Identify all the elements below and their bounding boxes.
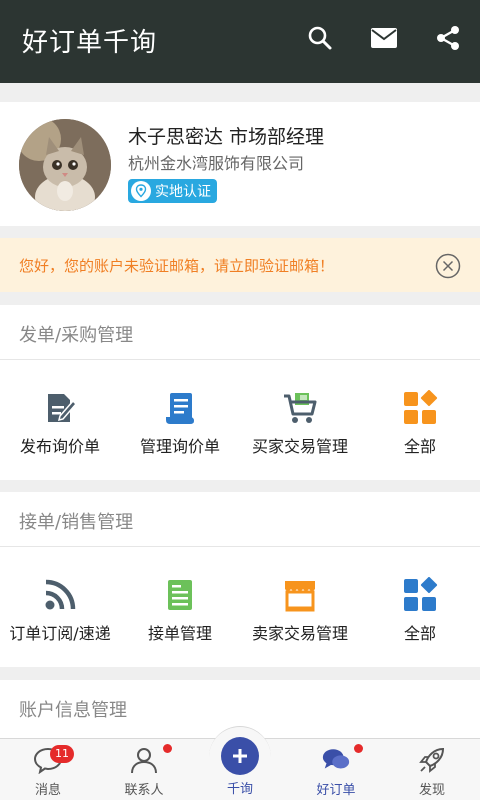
storefront-icon xyxy=(282,577,318,613)
section-purchase-grid: 发布询价单 管理询价单 买家交易管理 全部 xyxy=(0,360,480,480)
section-sales-grid: 订单订阅/速递 接单管理 卖家交易管理 全部 xyxy=(0,547,480,667)
search-icon[interactable] xyxy=(300,18,340,58)
grid-item-all[interactable]: 全部 xyxy=(360,547,480,667)
rss-icon xyxy=(42,577,78,613)
verified-badge: 实地认证 xyxy=(128,179,217,203)
person-icon xyxy=(129,745,159,775)
plus-icon[interactable] xyxy=(221,737,259,775)
message-count-badge: 11 xyxy=(50,745,74,763)
tab-label: 发现 xyxy=(418,783,445,798)
tab-discover[interactable]: 发现 xyxy=(384,739,480,800)
grid-item-label: 接单管理 xyxy=(147,624,212,643)
section-sales-header: 接单/销售管理 xyxy=(0,492,480,547)
grid-all-icon xyxy=(402,390,438,426)
email-verify-notice[interactable]: 您好，您的账户未验证邮箱，请立即验证邮箱！ xyxy=(0,238,480,292)
section-purchase-header: 发单/采购管理 xyxy=(0,305,480,360)
tab-qianxun-label[interactable]: 千询 xyxy=(192,778,288,797)
verified-badge-label: 实地认证 xyxy=(155,184,211,200)
rocket-icon xyxy=(417,745,447,775)
section-title: 发单/采购管理 xyxy=(19,325,134,346)
grid-item-label: 全部 xyxy=(403,437,436,456)
notice-text: 您好，您的账户未验证邮箱，请立即验证邮箱！ xyxy=(19,257,335,275)
tab-messages[interactable]: 11 消息 xyxy=(0,739,96,800)
location-verified-icon xyxy=(131,181,151,201)
profile-name: 木子思密达 市场部经理 xyxy=(128,126,325,148)
tab-label: 好订单 xyxy=(316,783,356,798)
tab-label: 消息 xyxy=(34,783,61,798)
share-icon[interactable] xyxy=(428,18,468,58)
chat-double-icon xyxy=(321,745,351,775)
haodingdan-dot-badge xyxy=(354,744,363,753)
contacts-dot-badge xyxy=(163,744,172,753)
tab-contacts[interactable]: 联系人 xyxy=(96,739,192,800)
grid-item-manage-inquiry[interactable]: 管理询价单 xyxy=(120,360,240,480)
section-title: 接单/销售管理 xyxy=(19,512,134,533)
grid-item-order-subscribe[interactable]: 订单订阅/速递 xyxy=(0,547,120,667)
app-header: 好订单千询 xyxy=(0,0,480,83)
grid-all-icon xyxy=(402,577,438,613)
tab-haodingdan[interactable]: 好订单 xyxy=(288,739,384,800)
grid-item-label: 卖家交易管理 xyxy=(251,624,348,643)
mail-icon[interactable] xyxy=(364,18,404,58)
section-title: 账户信息管理 xyxy=(19,700,127,721)
profile-card[interactable]: 木子思密达 市场部经理 杭州金水湾服饰有限公司 实地认证 xyxy=(0,102,480,226)
grid-item-order-manage[interactable]: 接单管理 xyxy=(120,547,240,667)
grid-item-all[interactable]: 全部 xyxy=(360,360,480,480)
close-icon[interactable] xyxy=(435,253,461,279)
grid-item-label: 全部 xyxy=(403,624,436,643)
grid-item-buyer-trade[interactable]: 买家交易管理 xyxy=(240,360,360,480)
document-scroll-icon xyxy=(162,390,198,426)
grid-item-label: 订单订阅/速递 xyxy=(9,624,111,643)
tab-label: 联系人 xyxy=(124,783,164,798)
clipboard-icon xyxy=(162,577,198,613)
grid-item-seller-trade[interactable]: 卖家交易管理 xyxy=(240,547,360,667)
profile-company: 杭州金水湾服饰有限公司 xyxy=(128,154,305,173)
grid-item-label: 买家交易管理 xyxy=(251,437,348,456)
edit-form-icon xyxy=(42,390,78,426)
cart-icon xyxy=(282,390,318,426)
grid-item-label: 发布询价单 xyxy=(19,437,100,456)
app-title: 好订单千询 xyxy=(22,28,158,58)
grid-item-label: 管理询价单 xyxy=(139,437,220,456)
avatar[interactable] xyxy=(19,119,111,211)
grid-item-publish-inquiry[interactable]: 发布询价单 xyxy=(0,360,120,480)
